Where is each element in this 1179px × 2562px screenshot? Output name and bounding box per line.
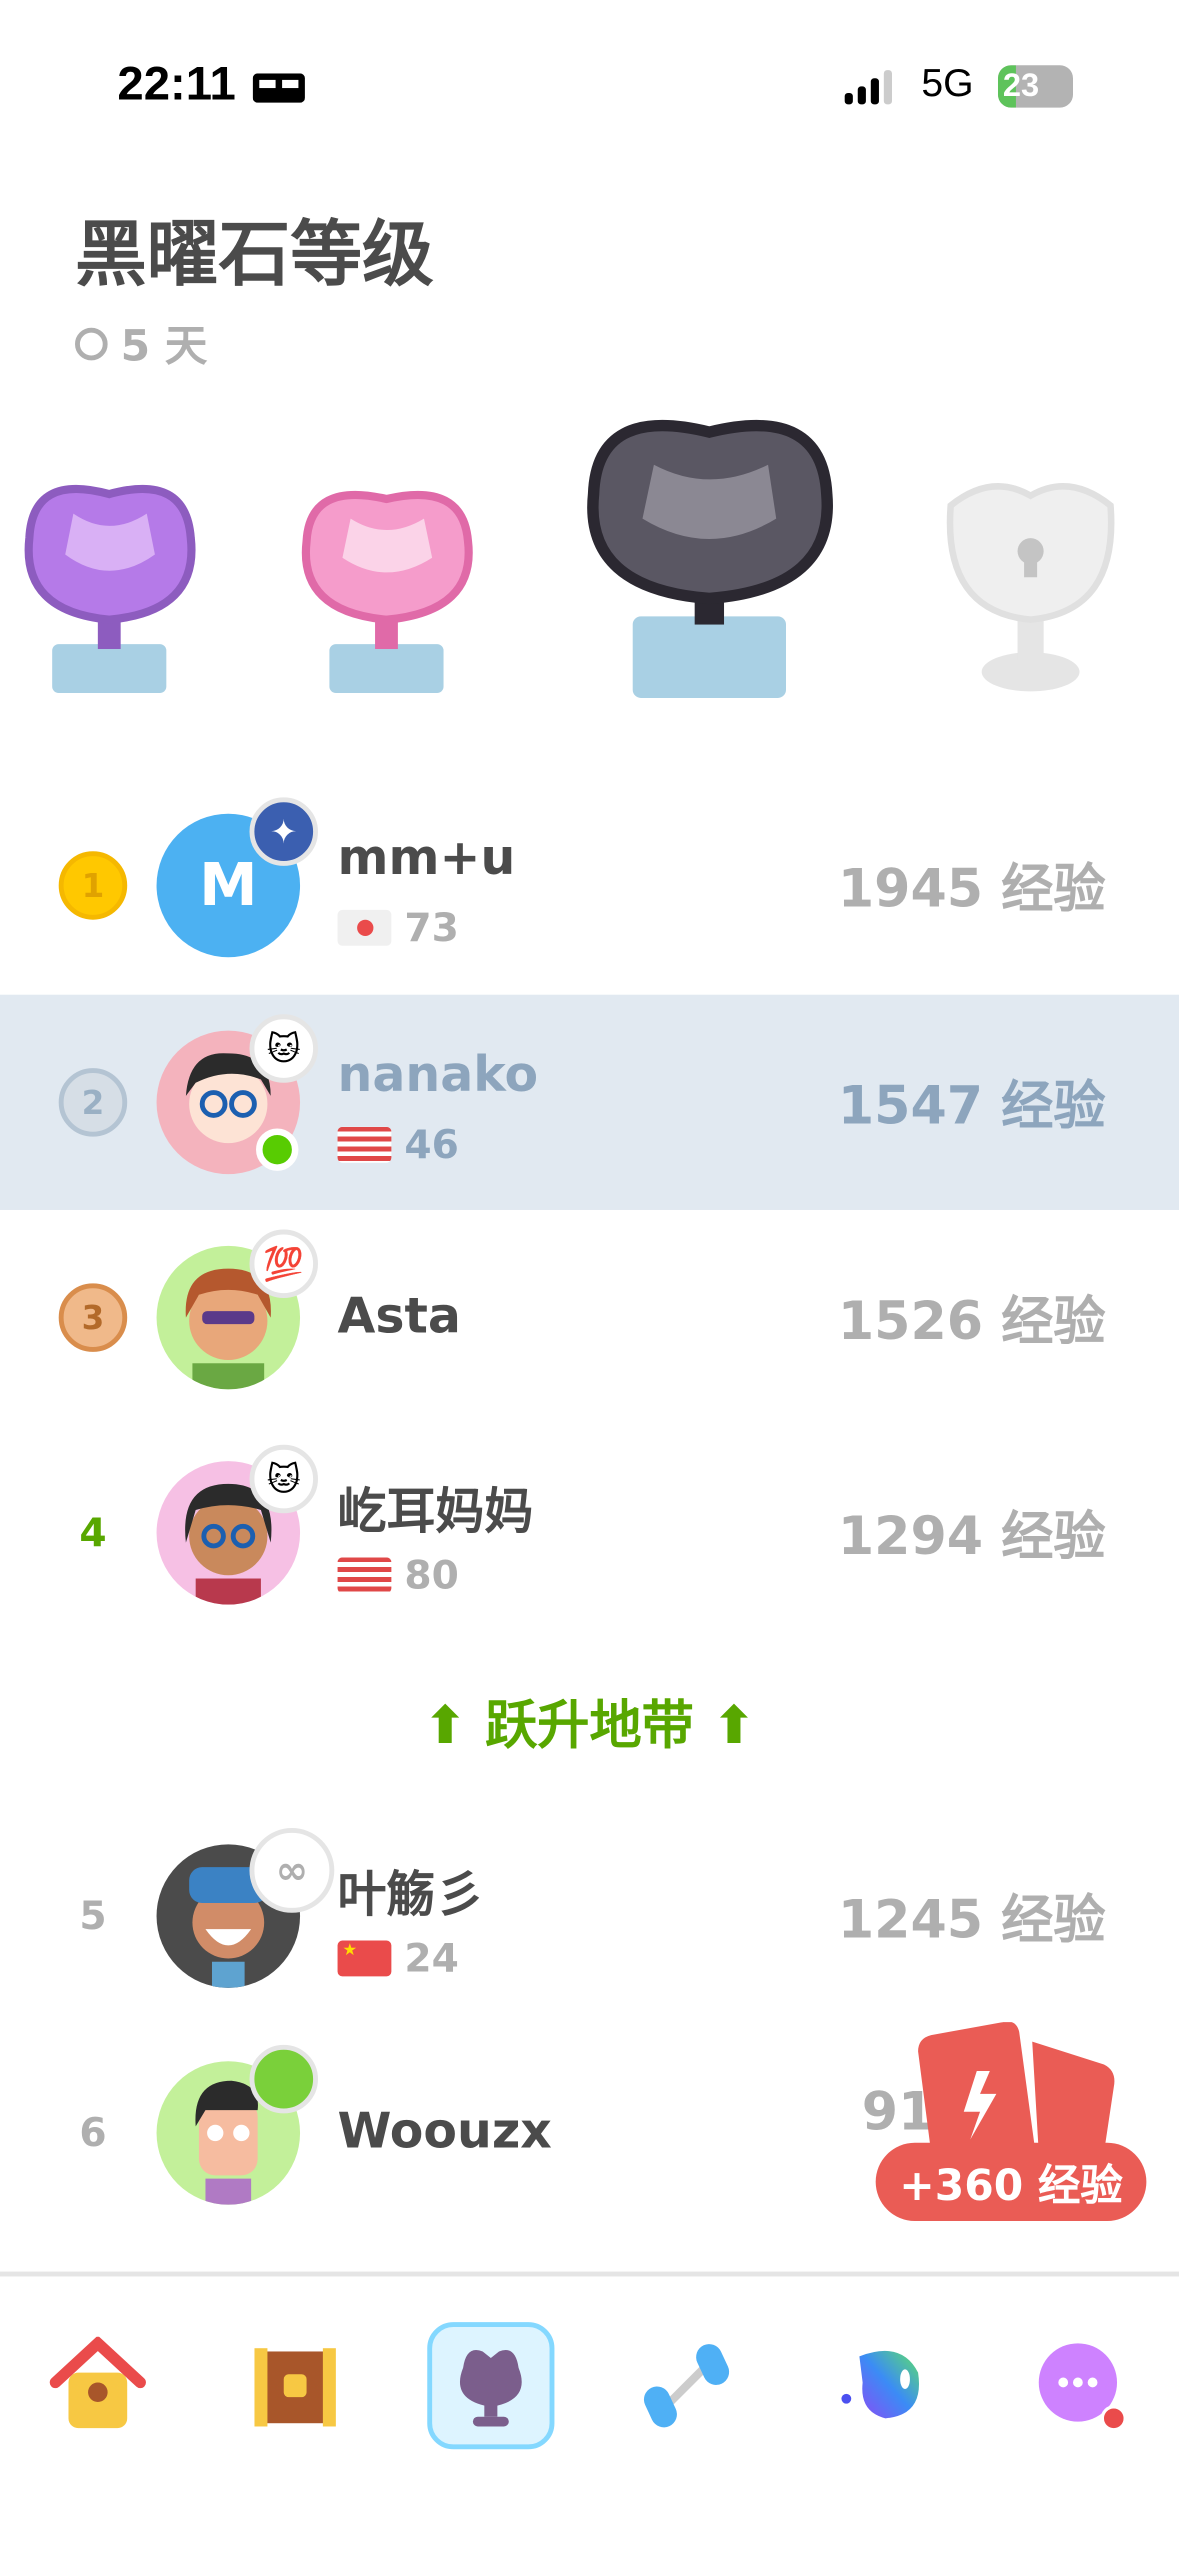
bottom-nav-bar: [0, 2271, 1179, 2562]
user-name: 屹耳妈妈: [337, 1483, 534, 1542]
leaderboard-row[interactable]: 1 M ✦ mm+u 73 1945 经验: [0, 778, 1179, 993]
up-arrow-icon: ⬆: [712, 1694, 756, 1757]
network-label: 5G: [921, 61, 974, 106]
rank: 6: [79, 2110, 107, 2156]
xp-value: 1294 经验: [837, 1505, 1106, 1568]
xp-value: 1547 经验: [837, 1074, 1106, 1137]
cat-badge-icon: 🐱: [249, 1014, 318, 1083]
nav-more[interactable]: [1018, 2322, 1145, 2449]
leaderboard-row[interactable]: 5 ∞ 叶觞彡 ★ 24 1245 经验: [0, 1808, 1179, 2023]
bronze-medal-icon: 3: [58, 1283, 128, 1352]
nav-home[interactable]: [34, 2322, 161, 2449]
promotion-zone-label: 跃升地带: [485, 1694, 694, 1757]
max-duo-icon: [841, 2350, 920, 2419]
leaderboard-trophy-icon: [459, 2350, 522, 2427]
pearl-league-trophy-icon[interactable]: [294, 473, 482, 701]
rank: 3: [81, 1298, 105, 1338]
gold-medal-icon: 1: [58, 851, 128, 920]
streak-count: 24: [404, 1935, 459, 1982]
silver-medal-icon: 2: [58, 1068, 128, 1137]
china-flag-icon: ★: [337, 1940, 392, 1977]
online-status-icon: [256, 1128, 299, 1171]
page-title: 黑曜石等级: [75, 213, 434, 297]
xp-value: 1945 经验: [837, 857, 1106, 920]
locked-diamond-trophy-icon[interactable]: [943, 473, 1119, 698]
user-name: 叶觞彡: [337, 1867, 485, 1925]
leaderboard-row-current-user[interactable]: 2 🐱 nanako 46 1547 经验: [0, 994, 1179, 1210]
amethyst-league-trophy-icon[interactable]: [16, 465, 204, 701]
infinity-badge-icon: ∞: [249, 1828, 335, 1913]
dumbbell-icon: [643, 2344, 730, 2428]
nav-max[interactable]: [822, 2322, 949, 2449]
usa-flag-icon: [337, 1557, 392, 1594]
boost-xp-label: +360 经验: [875, 2142, 1147, 2222]
usa-flag-icon: [337, 1126, 392, 1163]
leaderboard-row[interactable]: 4 🐱 屹耳妈妈 80 1294 经验: [0, 1425, 1179, 1640]
user-name: mm+u: [337, 830, 516, 888]
up-arrow-icon: ⬆: [423, 1694, 467, 1757]
nav-practice[interactable]: [623, 2322, 750, 2449]
obsidian-league-trophy-icon[interactable]: [581, 396, 839, 706]
hundred-badge-icon: 💯: [249, 1229, 318, 1299]
rank: 4: [79, 1510, 107, 1556]
cat-badge-icon: 🐱: [249, 1444, 318, 1514]
xp-value: 1526 经验: [837, 1289, 1106, 1352]
promotion-zone-divider: ⬆ 跃升地带 ⬆: [0, 1685, 1179, 1760]
nav-chest[interactable]: [232, 2322, 359, 2449]
nav-leaderboard[interactable]: [427, 2322, 555, 2450]
avatar-initial: M: [199, 852, 258, 919]
signal-icon: [844, 68, 892, 105]
battery-icon: 23: [997, 65, 1074, 108]
home-birdhouse-icon: [49, 2336, 146, 2429]
leaderboard-row[interactable]: 3 💯 Asta 1526 经验: [0, 1210, 1179, 1425]
more-menu-icon: [1038, 2343, 1127, 2432]
sleep-bed-icon: [252, 73, 305, 103]
boost-cards-icon: [918, 2022, 1115, 2153]
treasure-chest-icon: [254, 2348, 336, 2427]
user-name: nanako: [337, 1046, 539, 1104]
streak-count: 73: [404, 905, 459, 951]
clock-icon: [75, 326, 108, 360]
streak-count: 46: [404, 1121, 459, 1168]
xp-value: 1245 经验: [837, 1888, 1106, 1951]
time-remaining: 5 天: [75, 313, 207, 373]
battery-level: 23: [1002, 68, 1040, 105]
rank: 5: [79, 1893, 107, 1939]
rocket-badge-icon: ✦: [249, 797, 318, 866]
streak-count: 80: [404, 1552, 459, 1599]
xp-boost-button[interactable]: +360 经验: [875, 2022, 1147, 2222]
rank: 2: [81, 1082, 105, 1122]
user-name: Woouzx: [337, 2103, 552, 2161]
status-time: 22:11: [117, 58, 236, 111]
rank: 1: [81, 865, 105, 906]
user-name: Asta: [337, 1288, 461, 1346]
days-left: 5 天: [120, 322, 208, 372]
duo-owl-badge-icon: [249, 2044, 318, 2114]
japan-flag-icon: [337, 909, 392, 946]
